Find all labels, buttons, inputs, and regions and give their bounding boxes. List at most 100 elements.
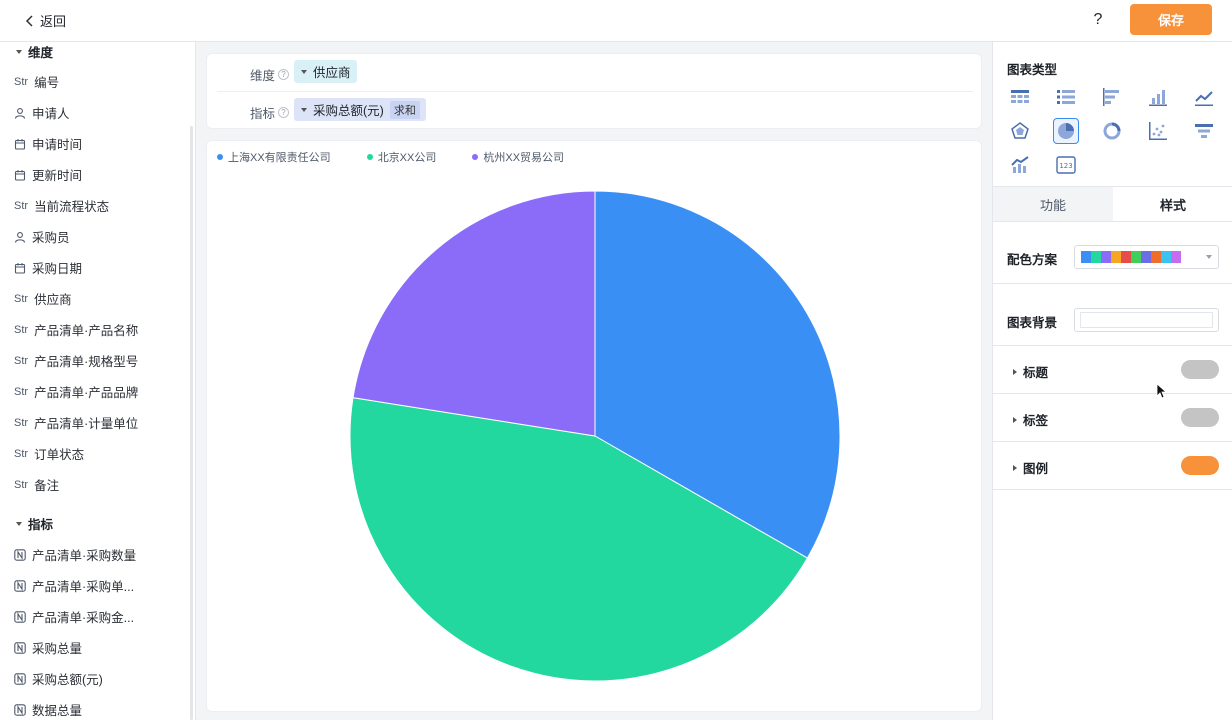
legend-setting-row[interactable]: 图例 (993, 442, 1232, 489)
dimension-section-title: 维度 (28, 46, 54, 60)
dimension-field-item[interactable]: Str 产品清单·产品名称 (14, 320, 138, 339)
label-setting-row[interactable]: 标签 (993, 394, 1232, 441)
string-type-icon: Str (14, 292, 29, 305)
number-type-icon (14, 703, 26, 716)
field-label: 采购总量 (32, 642, 83, 656)
save-button[interactable]: 保存 (1130, 4, 1212, 35)
field-label: 当前流程状态 (34, 200, 110, 214)
dimension-field-item[interactable]: Str 备注 (14, 475, 59, 494)
field-label: 产品清单·规格型号 (34, 355, 139, 369)
field-label: 数据总量 (32, 704, 83, 718)
expand-triangle-icon (1013, 464, 1017, 471)
chart-background-picker[interactable] (1074, 308, 1219, 332)
field-label: 更新时间 (32, 169, 83, 183)
dimension-field-item[interactable]: 采购员 (14, 227, 70, 246)
color-swatch (1131, 251, 1141, 263)
field-label: 编号 (34, 76, 60, 90)
metric-field-item[interactable]: 采购总额(元) (14, 669, 103, 688)
dimension-field-item[interactable]: 申请时间 (14, 134, 82, 153)
metric-section-header[interactable]: 指标 (16, 514, 53, 533)
help-circle-icon[interactable]: ? (278, 107, 290, 118)
color-swatch (1171, 251, 1181, 263)
string-type-icon: Str (14, 75, 29, 88)
tab-style[interactable]: 样式 (1113, 187, 1232, 221)
chevron-left-icon (25, 14, 33, 27)
dimension-field-item[interactable]: 采购日期 (14, 258, 82, 277)
number-type-icon (14, 610, 26, 623)
field-label: 产品清单·采购数量 (32, 549, 137, 563)
help-icon[interactable]: ? (1088, 10, 1108, 30)
dimension-section-header[interactable]: 维度 (16, 42, 53, 61)
label-toggle[interactable] (1181, 408, 1219, 427)
dimension-field-item[interactable]: Str 当前流程状态 (14, 196, 109, 215)
metric-field-item[interactable]: 产品清单·采购单... (14, 576, 134, 595)
scatter-chart-icon[interactable] (1145, 118, 1171, 144)
metric-chip[interactable]: 采购总额(元) 求和 (294, 98, 426, 121)
title-setting-label: 标题 (1023, 366, 1049, 380)
back-button[interactable]: 返回 (24, 11, 66, 30)
detail-table-icon[interactable] (1053, 84, 1079, 110)
config-panel: 维度 ? 供应商 指标 ? 采购总额(元) 求和 (206, 53, 982, 129)
dimension-field-item[interactable]: Str 订单状态 (14, 444, 84, 463)
pie-chart-icon[interactable] (1053, 118, 1079, 144)
metric-field-item[interactable]: 数据总量 (14, 700, 82, 719)
title-setting-row[interactable]: 标题 (993, 346, 1232, 393)
metric-field-item[interactable]: 产品清单·采购金... (14, 607, 134, 626)
line-chart-icon[interactable] (1191, 84, 1217, 110)
color-swatch (1101, 251, 1111, 263)
field-label: 产品清单·产品品牌 (34, 386, 139, 400)
caret-down-icon (1206, 255, 1212, 259)
divider (993, 489, 1232, 490)
field-label: 采购员 (32, 231, 70, 245)
tab-function[interactable]: 功能 (993, 187, 1113, 221)
color-swatch (1151, 251, 1161, 263)
pie-slice-3[interactable] (352, 190, 596, 437)
dimension-field-item[interactable]: Str 供应商 (14, 289, 72, 308)
color-swatch (1141, 251, 1151, 263)
bar-chart-icon[interactable] (1145, 84, 1171, 110)
metric-field-item[interactable]: 产品清单·采购数量 (14, 545, 136, 564)
collapse-triangle-icon (16, 521, 22, 526)
number-type-icon (14, 548, 26, 561)
color-swatch (1081, 251, 1091, 263)
pie-chart (349, 190, 841, 682)
legend-setting-label: 图例 (1023, 462, 1049, 476)
sidebar-scrollbar[interactable] (190, 126, 193, 720)
back-label: 返回 (40, 14, 67, 29)
combo-chart-icon[interactable] (1007, 152, 1033, 178)
dimension-chip[interactable]: 供应商 (294, 60, 357, 83)
number-card-icon[interactable]: 123 (1053, 152, 1079, 178)
dimension-field-item[interactable]: Str 产品清单·产品品牌 (14, 382, 138, 401)
dimension-label-text: 维度 (250, 69, 276, 83)
dimension-field-item[interactable]: 更新时间 (14, 165, 82, 184)
help-circle-icon[interactable]: ? (278, 69, 290, 80)
dimension-field-item[interactable]: Str 产品清单·计量单位 (14, 413, 138, 432)
dimension-field-item[interactable]: Str 产品清单·规格型号 (14, 351, 138, 370)
donut-chart-icon[interactable] (1099, 118, 1125, 144)
calendar-icon (14, 169, 26, 181)
string-type-icon: Str (14, 416, 29, 429)
field-sidebar: 维度 Str 编号申请人申请时间更新时间 Str 当前流程状态 采购员采购日期 Str 供应… (0, 42, 196, 720)
string-type-icon: Str (14, 199, 29, 212)
metric-field-item[interactable]: 采购总量 (14, 638, 82, 657)
dimension-field-item[interactable]: 申请人 (14, 103, 70, 122)
color-scheme-select[interactable] (1074, 245, 1219, 269)
legend-toggle[interactable] (1181, 456, 1219, 475)
aggregation-badge[interactable]: 求和 (389, 100, 420, 119)
table-icon[interactable] (1007, 84, 1033, 110)
field-label: 产品清单·采购单... (32, 580, 135, 594)
string-type-icon: Str (14, 323, 29, 336)
horizontal-bar-icon[interactable] (1099, 84, 1125, 110)
title-toggle[interactable] (1181, 360, 1219, 379)
metric-label-text: 指标 (250, 107, 276, 121)
string-type-icon: Str (14, 478, 29, 491)
color-swatch (1161, 251, 1171, 263)
settings-panel: 图表类型 123 功能 样式 配色方案 图表背景 标题 标签 图例 (992, 42, 1232, 720)
funnel-chart-icon[interactable] (1191, 118, 1217, 144)
chart-canvas: 上海XX有限责任公司 北京XX公司 杭州XX贸易公司 (206, 140, 982, 712)
radar-chart-icon[interactable] (1007, 118, 1033, 144)
dimension-field-item[interactable]: Str 编号 (14, 72, 59, 91)
collapse-triangle-icon (16, 49, 22, 54)
mouse-cursor-icon (1156, 383, 1166, 399)
string-type-icon: Str (14, 385, 29, 398)
